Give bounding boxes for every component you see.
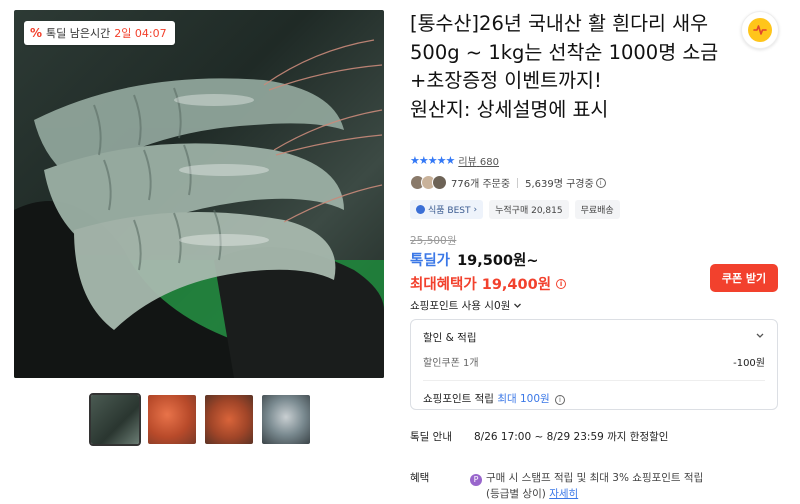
review-count: 680 xyxy=(479,157,499,168)
divider xyxy=(423,380,765,381)
point-accrual-row: 쇼핑포인트 적립 최대 100원 i xyxy=(423,391,765,406)
benefit-label: 혜택 xyxy=(410,472,430,484)
coupon-label: 할인쿠폰 1개 xyxy=(423,358,479,369)
benefit-detail-link[interactable]: 자세히 xyxy=(549,488,578,500)
deal-info-label: 톡딜 안내 xyxy=(410,431,452,443)
deal-info-text: 8/26 17:00 ~ 8/29 23:59 까지 한정할인 xyxy=(473,431,669,443)
point-use-dropdown[interactable]: 쇼핑포인트 사용 시0원 xyxy=(410,298,522,313)
review-link[interactable]: 리뷰 680 xyxy=(458,153,499,168)
product-title: [통수산]26년 국내산 활 흰다리 새우 500g ~ 1kg는 선착순 10… xyxy=(410,12,719,121)
deal-timer-label: 톡딜 남은시간 xyxy=(46,27,111,40)
info-icon[interactable]: i xyxy=(556,278,567,289)
product-tags: 식품 BEST › 누적구매 20,815 무료배송 xyxy=(410,200,620,219)
info-icon[interactable]: i xyxy=(555,395,566,405)
discount-panel: 할인 & 적립 할인쿠폰 1개 -100원 쇼핑포인트 적립 최대 100원 i xyxy=(410,319,778,410)
viewer-count: 5,639명 구경중 xyxy=(525,179,594,190)
chevron-down-icon xyxy=(756,333,764,338)
chevron-down-icon xyxy=(514,303,522,308)
deal-price: 톡딜가 19,500원~ xyxy=(410,249,539,270)
coupon-button[interactable]: 쿠폰 받기 xyxy=(710,264,778,292)
thumbnail-2[interactable] xyxy=(148,395,196,444)
deal-info-row: 톡딜 안내 8/26 17:00 ~ 8/29 23:59 까지 한정할인 xyxy=(410,429,668,444)
thumbnail-3[interactable] xyxy=(205,395,253,444)
point-accrual-value: 최대 100원 xyxy=(497,393,550,405)
ordering-count: 776개 주문중 xyxy=(451,179,511,190)
tag-free-shipping: 무료배송 xyxy=(574,200,620,219)
discount-panel-title: 할인 & 적립 xyxy=(423,332,477,344)
benefit-sub: (등급별 상이) xyxy=(486,488,546,500)
discount-panel-header[interactable]: 할인 & 적립 xyxy=(423,330,765,345)
chevron-right-icon: › xyxy=(473,204,478,215)
benefit-text: P 구매 시 스탬프 적립 및 최대 3% 쇼핑포인트 적립 (등급별 상이) 자… xyxy=(470,470,780,502)
discount-icon: % xyxy=(30,26,43,40)
product-main-image[interactable] xyxy=(14,10,384,378)
deal-price-label: 톡딜가 xyxy=(410,253,451,269)
coupon-value: -100원 xyxy=(733,358,765,369)
review-label: 리뷰 xyxy=(458,157,477,168)
original-price: 25,500원 xyxy=(410,235,457,247)
point-icon: P xyxy=(470,474,482,486)
deal-timer-value: 2일 04:07 xyxy=(114,27,167,40)
deal-price-value: 19,500원~ xyxy=(457,253,539,269)
order-status-row: 776개 주문중 5,639명 구경중 i xyxy=(410,175,606,190)
tag-food-best[interactable]: 식품 BEST › xyxy=(410,200,484,219)
hot-deal-icon xyxy=(748,18,772,42)
deal-timer-badge: % 톡딜 남은시간 2일 04:07 xyxy=(24,21,175,45)
rating-row: ★★★★★ 리뷰 680 xyxy=(410,153,499,168)
avatar xyxy=(432,175,447,190)
thumbnail-list xyxy=(89,393,310,446)
info-icon[interactable]: i xyxy=(595,177,606,188)
thumbnail-1[interactable] xyxy=(89,393,141,446)
max-benefit-price: 최대혜택가 19,400원 i xyxy=(410,273,567,294)
coupon-row: 할인쿠폰 1개 -100원 xyxy=(423,354,765,369)
tag-cumulative: 누적구매 20,815 xyxy=(489,200,569,219)
buyer-avatars xyxy=(410,175,447,190)
divider xyxy=(517,177,519,188)
best-badge-icon xyxy=(416,205,425,214)
thumbnail-4[interactable] xyxy=(262,395,310,444)
point-accrual-label: 쇼핑포인트 적립 xyxy=(423,393,494,405)
rating-stars-icon: ★★★★★ xyxy=(410,154,455,167)
hot-deal-button[interactable] xyxy=(741,11,779,49)
